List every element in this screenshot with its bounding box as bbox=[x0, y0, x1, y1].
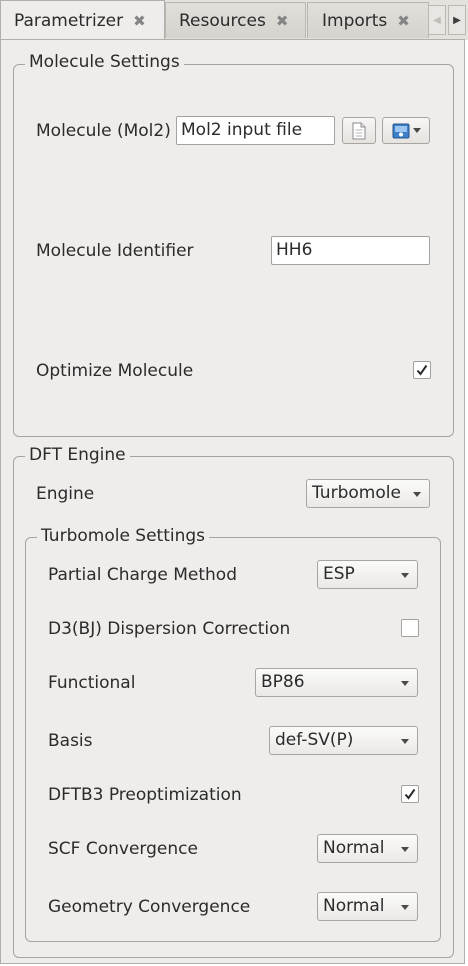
molecule-identifier-label: Molecule Identifier bbox=[36, 241, 194, 261]
molecule-identifier-input[interactable]: HH6 bbox=[271, 236, 430, 265]
chevron-down-icon bbox=[412, 128, 421, 133]
engine-value: Turbomole bbox=[312, 483, 401, 503]
engine-dropdown[interactable]: Turbomole bbox=[306, 479, 430, 508]
basis-label: Basis bbox=[48, 731, 93, 751]
partial-charge-method-dropdown[interactable]: ESP bbox=[317, 560, 418, 589]
dft-engine-title: DFT Engine bbox=[25, 445, 130, 465]
chevron-down-icon bbox=[401, 739, 409, 744]
optimize-molecule-checkbox[interactable] bbox=[413, 361, 431, 379]
geometry-convergence-label: Geometry Convergence bbox=[48, 897, 251, 917]
optimize-molecule-label: Optimize Molecule bbox=[36, 361, 194, 381]
basis-value: def-SV(P) bbox=[275, 730, 354, 750]
engine-label: Engine bbox=[36, 484, 95, 504]
chevron-down-icon bbox=[401, 905, 409, 910]
parametrizer-panel: Molecule Settings Molecule (Mol2) Mol2 i… bbox=[0, 39, 465, 964]
scroll-left-arrow-icon[interactable]: ◀ bbox=[428, 5, 446, 35]
functional-value: BP86 bbox=[261, 672, 305, 692]
chevron-down-icon bbox=[401, 681, 409, 686]
chevron-down-icon bbox=[401, 847, 409, 852]
geometry-convergence-dropdown[interactable]: Normal bbox=[317, 892, 418, 921]
database-icon bbox=[392, 123, 409, 138]
browse-file-button[interactable] bbox=[342, 117, 376, 144]
document-icon bbox=[352, 122, 366, 139]
partial-charge-method-value: ESP bbox=[323, 564, 355, 584]
molecule-settings-title: Molecule Settings bbox=[25, 52, 184, 72]
functional-dropdown[interactable]: BP86 bbox=[255, 668, 418, 697]
tab-parametrizer[interactable]: Parametrizer ✖ bbox=[0, 0, 165, 40]
tab-bar: Resources ✖ Imports ✖ Parametrizer ✖ ◀ ▶ bbox=[0, 0, 468, 40]
checkmark-icon bbox=[416, 364, 428, 376]
chevron-down-icon bbox=[413, 492, 421, 497]
scroll-right-arrow-icon[interactable]: ▶ bbox=[448, 5, 466, 35]
geometry-convergence-value: Normal bbox=[323, 896, 385, 916]
tab-imports[interactable]: Imports ✖ bbox=[307, 2, 429, 38]
database-select-button[interactable] bbox=[382, 117, 430, 144]
dftb3-preoptimization-checkbox[interactable] bbox=[401, 785, 419, 803]
chevron-down-icon bbox=[401, 573, 409, 578]
partial-charge-method-label: Partial Charge Method bbox=[48, 565, 237, 585]
dftb3-preoptimization-label: DFTB3 Preoptimization bbox=[48, 785, 242, 805]
tab-resources[interactable]: Resources ✖ bbox=[165, 2, 306, 38]
basis-dropdown[interactable]: def-SV(P) bbox=[269, 726, 418, 755]
close-icon[interactable]: ✖ bbox=[276, 12, 289, 30]
tab-label: Parametrizer bbox=[14, 10, 124, 31]
close-icon[interactable]: ✖ bbox=[133, 12, 146, 30]
scf-convergence-label: SCF Convergence bbox=[48, 839, 198, 859]
tab-scroll-buttons: ◀ ▶ bbox=[428, 4, 468, 36]
scf-convergence-value: Normal bbox=[323, 838, 385, 858]
d3bj-dispersion-checkbox[interactable] bbox=[401, 619, 419, 637]
turbomole-settings-title: Turbomole Settings bbox=[37, 526, 210, 546]
molecule-label: Molecule (Mol2) bbox=[36, 121, 171, 141]
checkmark-icon bbox=[404, 788, 416, 800]
functional-label: Functional bbox=[48, 673, 136, 693]
tab-label: Resources bbox=[179, 10, 266, 31]
scf-convergence-dropdown[interactable]: Normal bbox=[317, 834, 418, 863]
molecule-file-input[interactable]: Mol2 input file bbox=[176, 116, 335, 145]
d3bj-dispersion-label: D3(BJ) Dispersion Correction bbox=[48, 619, 291, 639]
close-icon[interactable]: ✖ bbox=[397, 12, 410, 30]
tab-label: Imports bbox=[322, 10, 388, 31]
